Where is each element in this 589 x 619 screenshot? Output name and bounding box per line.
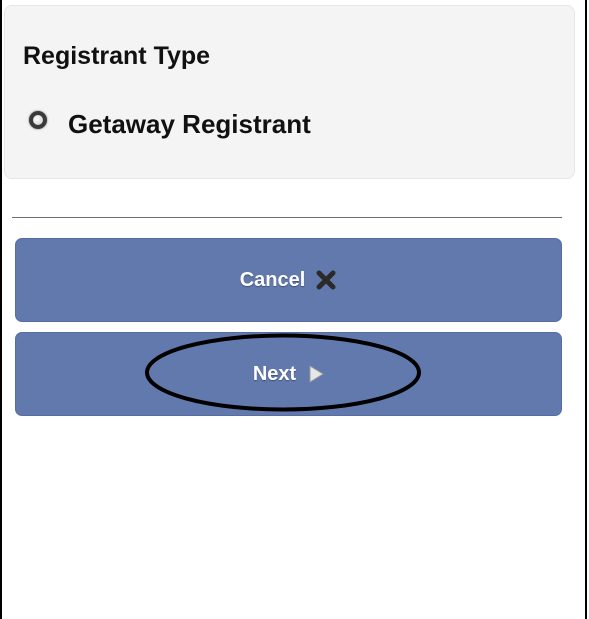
radio-option-label: Getaway Registrant — [68, 108, 311, 139]
radio-option-getaway-registrant[interactable]: Getaway Registrant — [29, 104, 311, 144]
panel-title: Registrant Type — [23, 42, 211, 70]
close-icon — [316, 270, 336, 290]
registrant-type-panel: Registrant Type Getaway Registrant — [4, 5, 575, 179]
next-button[interactable]: Next — [15, 332, 562, 416]
next-button-label: Next — [252, 362, 297, 385]
divider — [12, 217, 562, 218]
play-arrow-icon — [309, 365, 325, 383]
cancel-button[interactable]: Cancel — [15, 238, 562, 322]
radio-selected-icon[interactable] — [29, 111, 47, 129]
cancel-button-label: Cancel — [239, 268, 306, 291]
